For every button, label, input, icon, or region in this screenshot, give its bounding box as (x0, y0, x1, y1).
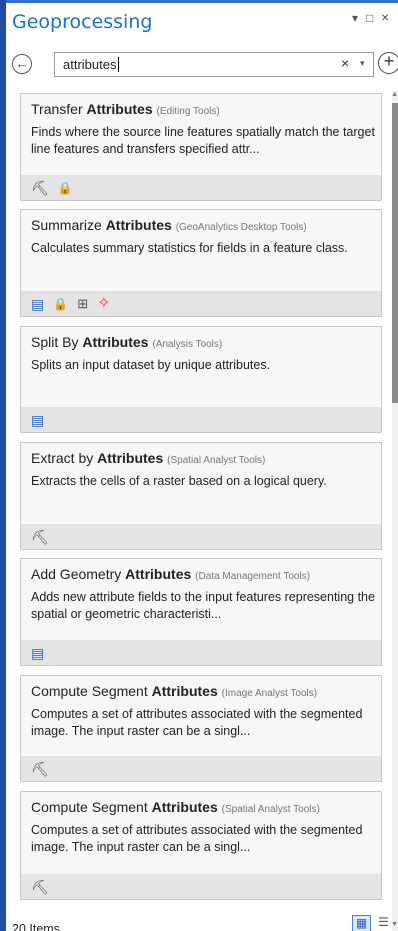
result-body: Transfer Attributes (Editing Tools) Finds… (21, 94, 381, 158)
result-body: Compute Segment Attributes (Spatial Anal… (21, 792, 381, 856)
clear-search-icon[interactable]: × (341, 55, 349, 71)
search-dropdown-icon[interactable]: ▾ (360, 58, 365, 69)
result-card[interactable]: Split By Attributes (Analysis Tools) Spli… (20, 326, 382, 433)
results-list: Transfer Attributes (Editing Tools) Finds… (6, 91, 398, 921)
result-toolbox: (Analysis Tools) (152, 339, 223, 350)
result-toolbox: (Editing Tools) (156, 106, 220, 117)
pane-titlebar: Geoprocessing ▾ □ × (6, 3, 398, 43)
result-toolbox: (Spatial Analyst Tools) (221, 804, 320, 815)
search-input[interactable] (63, 55, 313, 74)
script-icon: ▤ (31, 411, 45, 428)
result-description: Adds new attribute fields to the input f… (31, 590, 375, 621)
result-title-keyword: Attributes (105, 217, 172, 233)
script-icon: ▤ (31, 644, 45, 661)
result-card[interactable]: Compute Segment Attributes (Spatial Anal… (20, 791, 382, 900)
result-card[interactable]: Add Geometry Attributes (Data Management… (20, 558, 382, 666)
hammer-icon: ⛏ (31, 179, 49, 196)
result-icon-bar: ⛏ (21, 756, 381, 781)
close-icon[interactable]: × (381, 9, 389, 25)
hammer-icon: ⛏ (31, 878, 49, 895)
result-icon-bar: ⛏ (21, 874, 381, 899)
options-chevron-icon[interactable]: ▾ (352, 11, 358, 25)
result-title[interactable]: Add Geometry Attributes (Data Management… (31, 565, 381, 586)
spark-icon: ✧ (97, 294, 111, 312)
text-caret (118, 57, 119, 72)
result-title[interactable]: Summarize Attributes (GeoAnalytics Deskt… (31, 216, 381, 237)
script-icon: ▤ (31, 295, 45, 312)
result-title-prefix: Compute Segment (31, 683, 152, 699)
result-title-prefix: Add Geometry (31, 566, 126, 582)
result-icon-bar: ⛏ 🔒 (21, 175, 381, 200)
pane-title: Geoprocessing (12, 11, 153, 33)
result-description: Calculates summary statistics for fields… (31, 241, 348, 255)
result-title[interactable]: Compute Segment Attributes (Spatial Anal… (31, 798, 381, 819)
scrollbar-thumb[interactable] (392, 103, 398, 403)
geoprocessing-pane: Geoprocessing ▾ □ × ← × ▾ + Transfer Att… (6, 0, 398, 931)
result-title[interactable]: Compute Segment Attributes (Image Analys… (31, 682, 381, 703)
result-body: Compute Segment Attributes (Image Analys… (21, 676, 381, 740)
result-description: Splits an input dataset by unique attrib… (31, 358, 271, 372)
lock-icon: 🔒 (57, 180, 73, 195)
result-toolbox: (GeoAnalytics Desktop Tools) (175, 222, 307, 233)
result-description: Computes a set of attributes associated … (31, 823, 363, 854)
status-bar: 20 Items ▦ ☰ (6, 913, 398, 931)
result-description: Computes a set of attributes associated … (31, 707, 363, 738)
hammer-icon: ⛏ (31, 760, 49, 777)
result-icon-bar: ▤ (21, 640, 381, 665)
window-controls: ▾ □ × (338, 9, 398, 31)
result-title-keyword: Attributes (151, 683, 218, 699)
result-title-keyword: Attributes (82, 334, 149, 350)
result-title-keyword: Attributes (86, 101, 153, 117)
result-title-prefix: Summarize (31, 217, 106, 233)
result-card[interactable]: Compute Segment Attributes (Image Analys… (20, 675, 382, 782)
search-box[interactable]: × ▾ (54, 52, 374, 77)
lock-icon: 🔒 (53, 296, 69, 311)
result-title-prefix: Split By (31, 334, 83, 350)
result-toolbox: (Spatial Analyst Tools) (167, 455, 266, 466)
search-row: ← × ▾ + (6, 49, 398, 79)
result-title[interactable]: Split By Attributes (Analysis Tools) (31, 333, 381, 354)
result-title-keyword: Attributes (151, 799, 218, 815)
scroll-up-icon[interactable]: ▲ (391, 91, 398, 98)
result-body: Split By Attributes (Analysis Tools) Spli… (21, 327, 381, 374)
result-title-prefix: Transfer (31, 101, 87, 117)
tree-icon: ⊞ (77, 295, 89, 311)
result-toolbox: (Data Management Tools) (195, 571, 311, 582)
add-plus-icon[interactable]: + (378, 52, 398, 74)
result-title-keyword: Attributes (97, 450, 164, 466)
tile-view-icon[interactable]: ▦ (352, 915, 371, 931)
result-card[interactable]: Transfer Attributes (Editing Tools) Finds… (20, 93, 382, 201)
item-count: 20 Items (12, 922, 60, 931)
result-title-prefix: Extract by (31, 450, 98, 466)
result-description: Extracts the cells of a raster based on … (31, 474, 327, 488)
back-arrow-icon[interactable]: ← (12, 54, 32, 74)
hammer-icon: ⛏ (31, 528, 49, 545)
result-card[interactable]: Summarize Attributes (GeoAnalytics Deskt… (20, 209, 382, 317)
result-title[interactable]: Transfer Attributes (Editing Tools) (31, 100, 381, 121)
result-description: Finds where the source line features spa… (31, 125, 375, 156)
result-body: Add Geometry Attributes (Data Management… (21, 559, 381, 623)
result-title-keyword: Attributes (125, 566, 192, 582)
result-body: Summarize Attributes (GeoAnalytics Deskt… (21, 210, 381, 257)
result-title-prefix: Compute Segment (31, 799, 152, 815)
result-icon-bar: ⛏ (21, 524, 381, 549)
maximize-icon[interactable]: □ (366, 11, 373, 25)
result-title[interactable]: Extract by Attributes (Spatial Analyst T… (31, 449, 381, 470)
result-body: Extract by Attributes (Spatial Analyst T… (21, 443, 381, 490)
result-icon-bar: ▤ (21, 407, 381, 432)
result-card[interactable]: Extract by Attributes (Spatial Analyst T… (20, 442, 382, 550)
result-icon-bar: ▤ 🔒 ⊞ ✧ (21, 291, 381, 316)
list-view-icon[interactable]: ☰ (374, 915, 393, 931)
result-toolbox: (Image Analyst Tools) (221, 688, 318, 699)
